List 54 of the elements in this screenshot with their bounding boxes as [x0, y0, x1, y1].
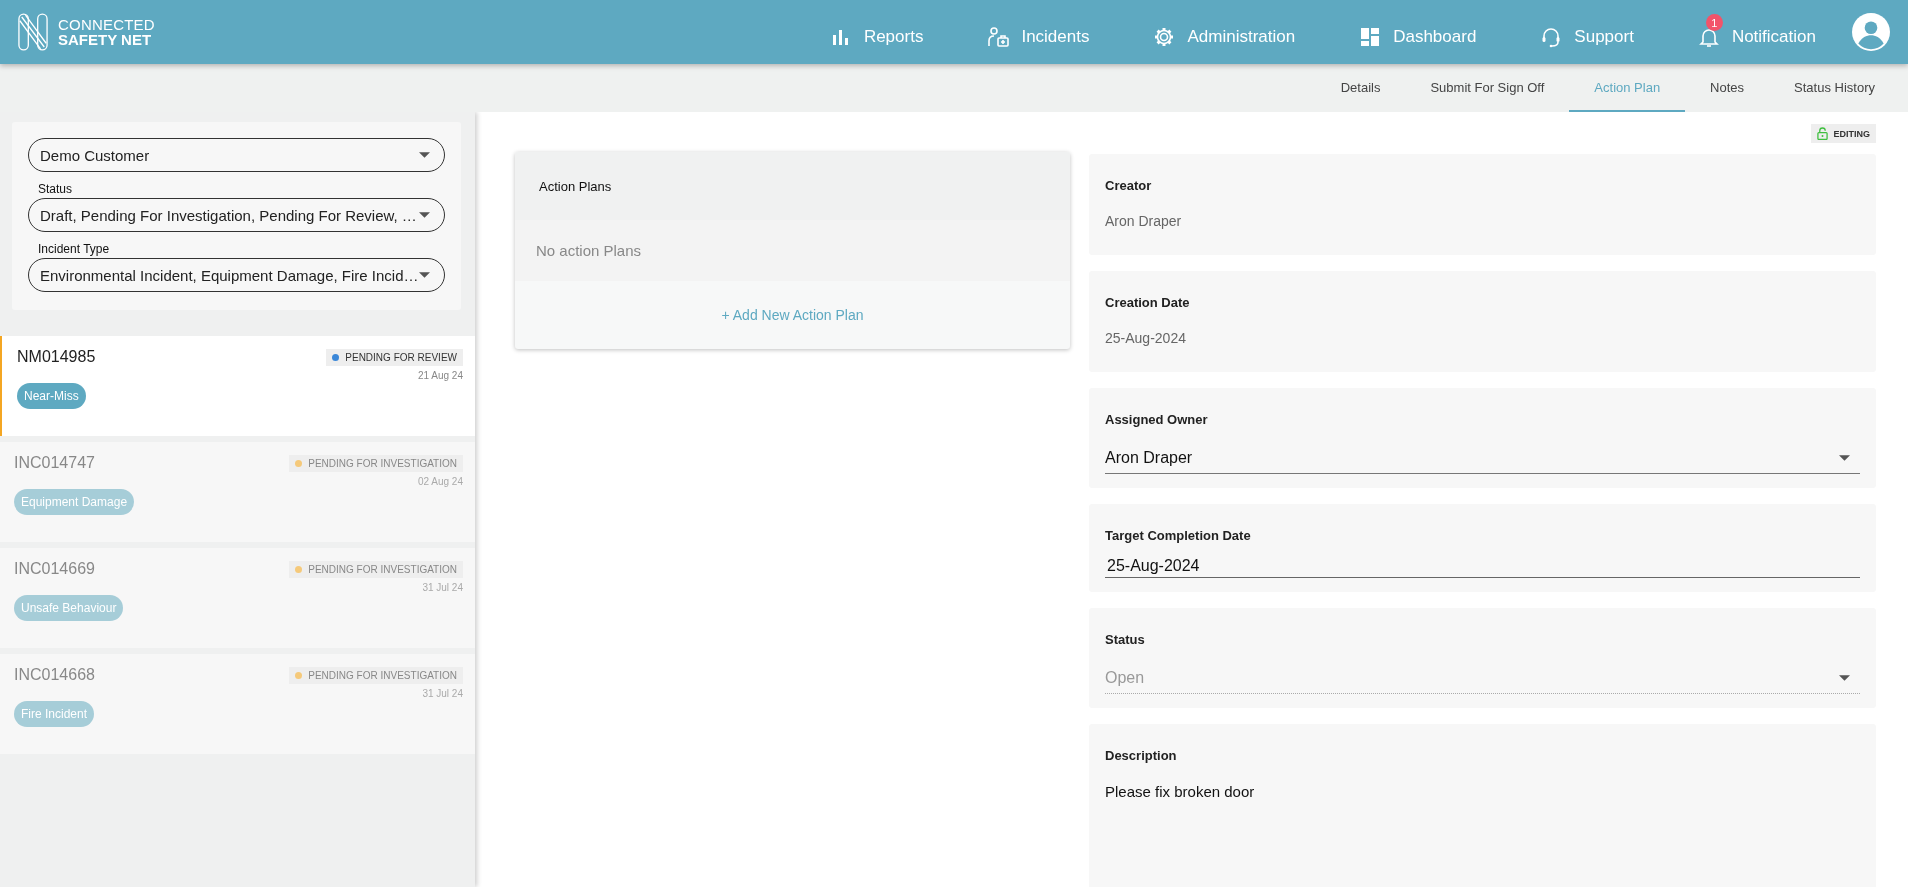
padlock-icon	[1817, 127, 1829, 140]
field-label: Creator	[1105, 178, 1153, 193]
editing-badge: EDITING	[1811, 124, 1876, 143]
caret-icon	[1839, 455, 1850, 461]
status-text: PENDING FOR INVESTIGATION	[308, 669, 457, 681]
incident-number: INC014747	[14, 454, 95, 472]
brand-name-line: CONNECTED	[58, 17, 155, 32]
field-label: Assigned Owner	[1105, 412, 1209, 427]
incident-date: 21 Aug 24	[416, 370, 463, 381]
field-label: Creation Date	[1105, 295, 1191, 310]
card-title: Action Plans	[539, 178, 612, 194]
tab[interactable]: Notes	[1685, 64, 1770, 112]
status-text: PENDING FOR INVESTIGATION	[308, 457, 457, 469]
empty-message: No action Plans	[536, 242, 642, 259]
user-avatar-icon[interactable]	[1852, 13, 1890, 51]
select-field[interactable]: Aron Draper	[1105, 445, 1860, 474]
incident-number: INC014669	[14, 560, 95, 578]
field-label: Status	[1105, 632, 1146, 647]
incident-number: INC014668	[14, 666, 95, 684]
bell-icon	[1697, 26, 1720, 48]
field-value: 25-Aug-2024	[1105, 330, 1187, 346]
filter-label: Status	[38, 182, 74, 196]
notification-count-badge: 1	[1705, 14, 1723, 31]
incident-type-tag: Fire Incident	[14, 701, 95, 727]
incident-type-tag: Equipment Damage	[14, 489, 135, 515]
dashboard-grid-icon	[1359, 26, 1382, 48]
tab[interactable]: Status History	[1769, 64, 1900, 112]
caret-icon	[419, 272, 430, 278]
field-value: Aron Draper	[1105, 213, 1183, 229]
incident-date: 31 Jul 24	[421, 582, 463, 593]
date-input-field[interactable]: 25-Aug-2024	[1105, 557, 1860, 578]
caret-icon	[419, 152, 430, 158]
status-text: PENDING FOR REVIEW	[345, 351, 457, 363]
incident-list-item[interactable]: NM014985 PENDING FOR REVIEW 21 Aug 24 Near-Miss	[0, 336, 475, 436]
tab[interactable]: Submit For Sign Off	[1405, 64, 1570, 112]
description-field[interactable]: Please fix broken door	[1105, 783, 1860, 887]
tab[interactable]: Details	[1315, 64, 1406, 112]
select-field: Open	[1105, 665, 1860, 694]
person-briefcase-icon	[987, 26, 1010, 48]
headset-icon	[1540, 26, 1563, 48]
caret-icon	[1839, 675, 1850, 681]
caret-icon	[419, 212, 430, 218]
incident-date: 02 Aug 24	[416, 476, 463, 487]
brand-name-line: SAFETY NET	[58, 32, 153, 47]
status-text: PENDING FOR INVESTIGATION	[308, 563, 457, 575]
filter-label: Incident Type	[38, 242, 111, 256]
gear-icon	[1153, 26, 1176, 48]
incident-type-tag: Near-Miss	[17, 383, 86, 409]
field-label: Description	[1105, 748, 1178, 763]
incident-type-tag: Unsafe Behaviour	[14, 595, 124, 621]
field-label: Target Completion Date	[1105, 528, 1252, 543]
logo-icon	[18, 13, 48, 51]
incident-number: NM014985	[17, 348, 96, 366]
incident-date: 31 Jul 24	[421, 688, 463, 699]
